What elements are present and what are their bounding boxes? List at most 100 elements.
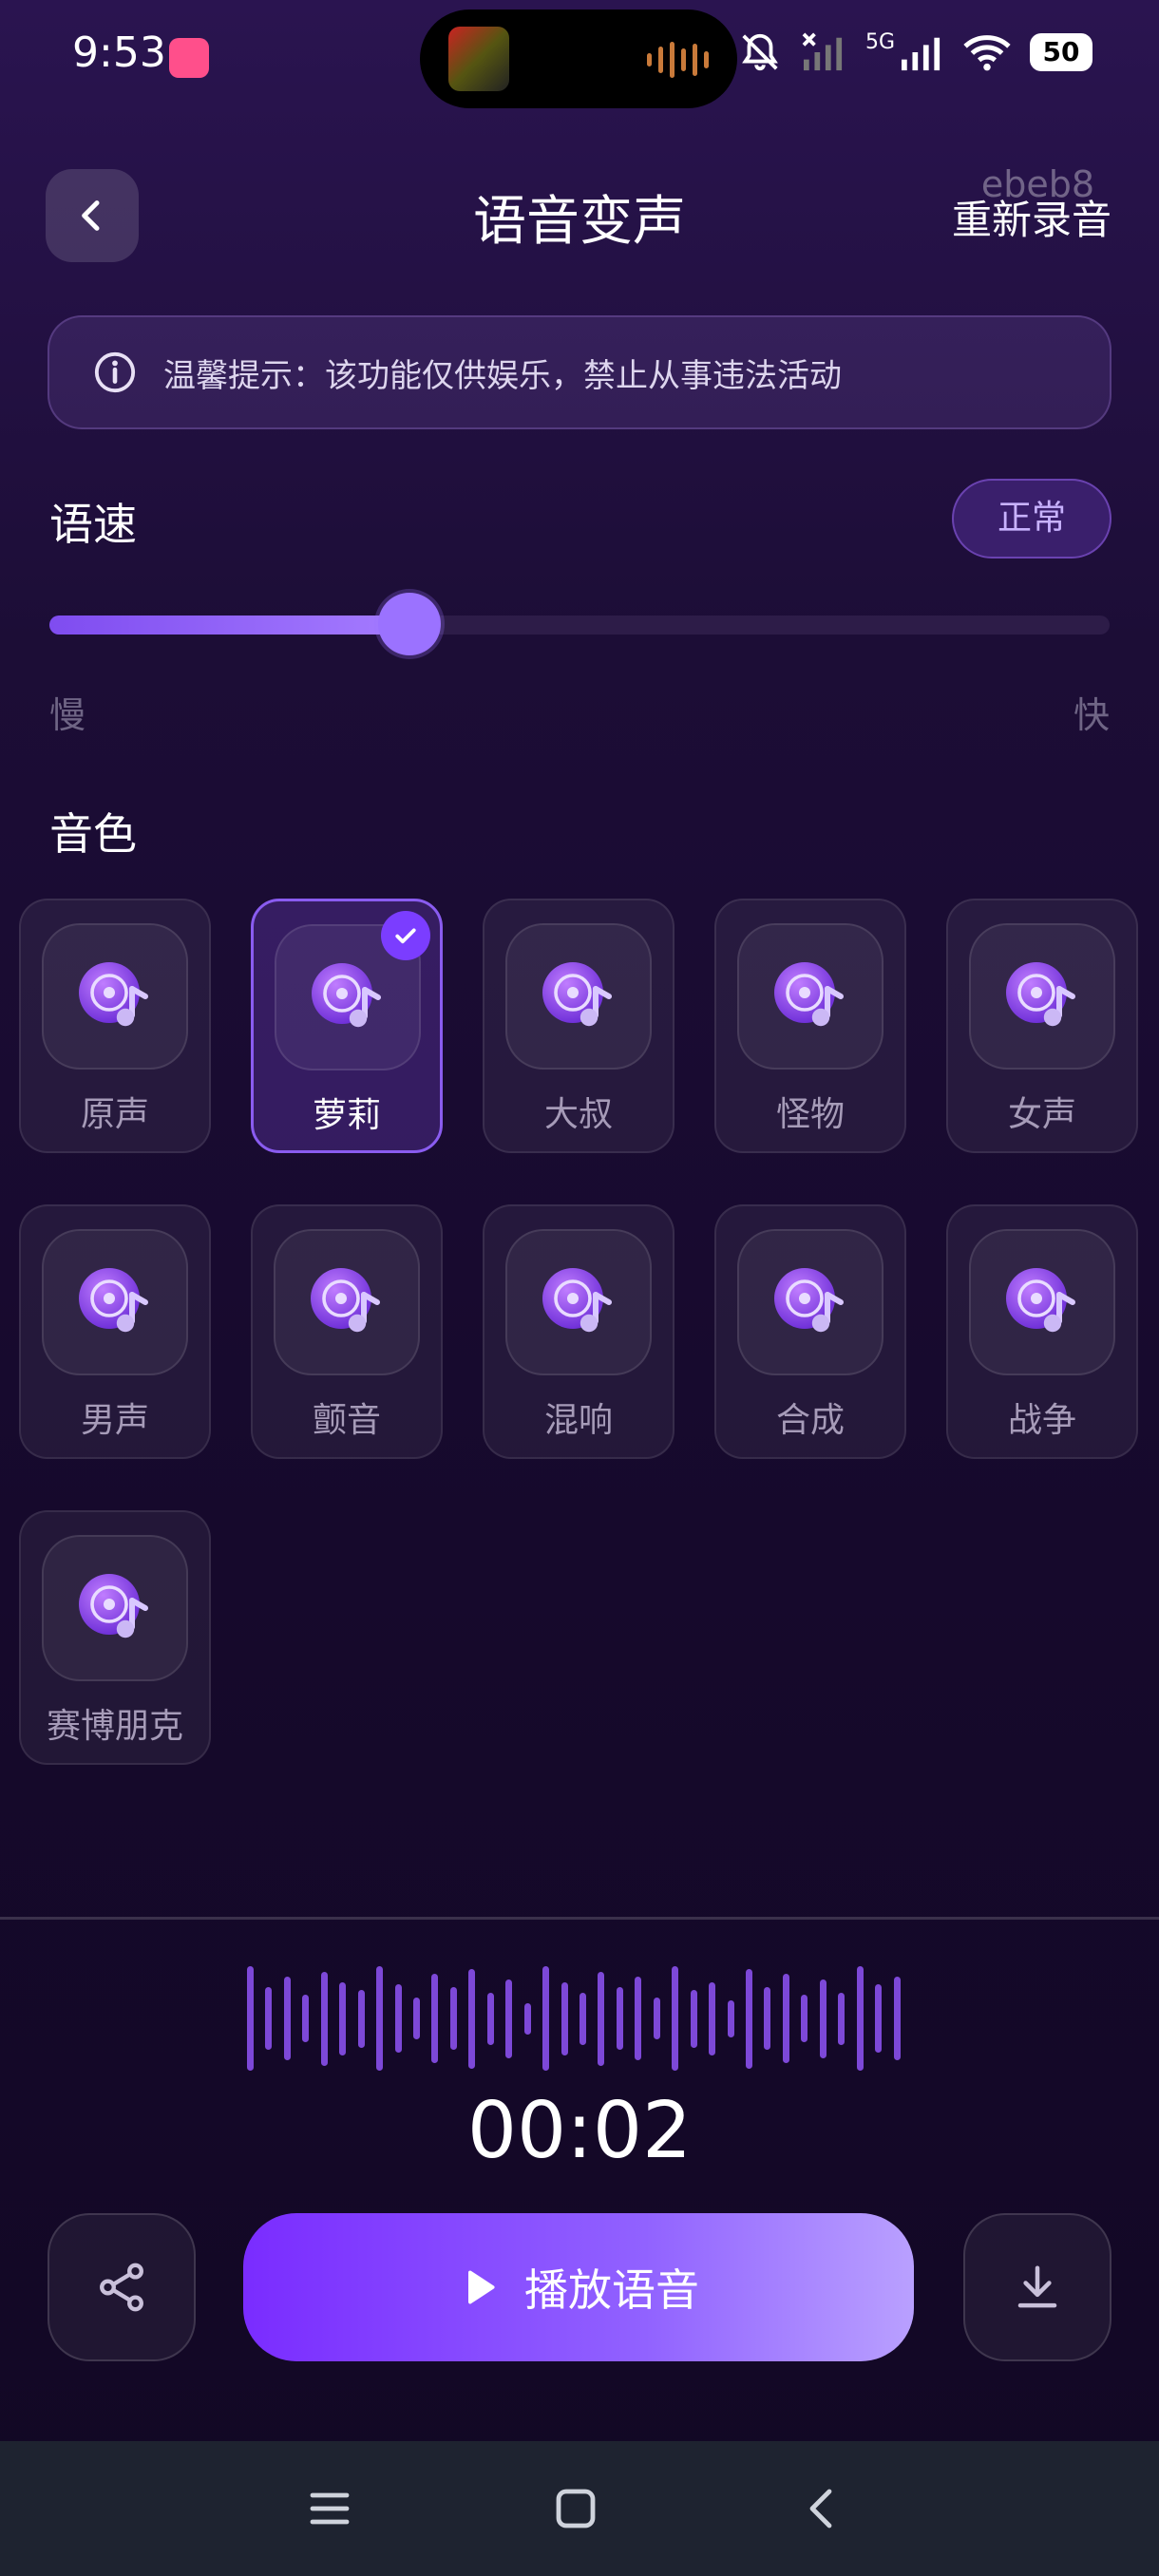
waveform-bar (339, 1982, 346, 2055)
status-bar: 9:53 5G 50 (0, 0, 1159, 114)
waveform-bar (468, 1969, 475, 2069)
waveform-bar (635, 1977, 641, 2060)
play-voice-button[interactable]: 播放语音 (243, 2213, 914, 2361)
status-icons: 5G 50 (738, 30, 1092, 74)
waveform-bar (450, 1987, 457, 2050)
timbre-option-label: 赛博朋克 (46, 1707, 183, 1746)
nav-back-button[interactable] (788, 2475, 855, 2542)
timbre-option-label: 女声 (1007, 1095, 1076, 1134)
status-time: 9:53 (72, 28, 166, 77)
timbre-option[interactable]: 合成 (714, 1204, 906, 1459)
speed-slider[interactable] (49, 593, 1110, 655)
dynamic-island[interactable] (420, 9, 737, 108)
waveform-bar (413, 1998, 420, 2039)
waveform-bar (598, 1972, 604, 2066)
waveform-bar (691, 1990, 697, 2048)
timbre-icon-box (42, 1229, 188, 1375)
share-button[interactable] (48, 2213, 196, 2361)
timbre-option[interactable]: 原声 (19, 899, 211, 1153)
timbre-option[interactable]: 战争 (946, 1204, 1138, 1459)
waveform-bar (875, 1984, 882, 2053)
timbre-option-label: 战争 (1007, 1401, 1076, 1440)
music-disc-icon (79, 1268, 148, 1333)
fast-label: 快 (1073, 694, 1110, 736)
mute-bell-icon (742, 33, 778, 71)
speed-slider-thumb[interactable] (378, 593, 442, 655)
timbre-option[interactable]: 萝莉 (251, 899, 443, 1153)
home-square-icon (556, 2489, 596, 2529)
rerecord-button[interactable]: 重新录音 (952, 188, 1112, 246)
download-button[interactable] (963, 2213, 1112, 2361)
timbre-option[interactable]: 赛博朋克 (19, 1510, 211, 1765)
timbre-option[interactable]: 男声 (19, 1204, 211, 1459)
music-disc-icon (1006, 1268, 1075, 1333)
network-type: 5G (864, 29, 895, 54)
waveform-bar (838, 1993, 845, 2045)
system-nav-bar (0, 2441, 1159, 2576)
waveform-bar (801, 1995, 808, 2042)
wifi-icon (963, 35, 1011, 71)
timbre-icon-box (505, 923, 652, 1070)
play-label: 播放语音 (524, 2264, 699, 2316)
music-disc-icon (542, 962, 612, 1027)
music-disc-icon (774, 1268, 844, 1333)
timbre-option[interactable]: 颤音 (251, 1204, 443, 1459)
waveform-bar (654, 1998, 660, 2039)
waveform-bar (746, 1969, 752, 2069)
timbre-icon-box (42, 923, 188, 1070)
notice-banner: 温馨提示：该功能仅供娱乐，禁止从事违法活动 (48, 315, 1112, 429)
music-disc-icon (311, 1268, 380, 1333)
waveform-bar (894, 1977, 901, 2060)
waveform-bar (524, 2003, 531, 2035)
waveform-bar (505, 1979, 512, 2058)
timbre-option-label: 萝莉 (312, 1096, 381, 1135)
waveform-bar (617, 1987, 623, 2050)
timbre-option-label: 男声 (80, 1401, 149, 1440)
speed-label: 语速 (49, 499, 137, 550)
app-notification-icon (169, 38, 209, 78)
nav-menu-button[interactable] (296, 2475, 363, 2542)
waveform-bar (542, 1966, 549, 2071)
waveform-bar (857, 1966, 864, 2071)
nav-home-button[interactable] (542, 2475, 609, 2542)
download-icon (1017, 2265, 1057, 2308)
music-disc-icon (79, 1574, 148, 1638)
waveform-bar (764, 1987, 770, 2050)
notice-text: 温馨提示：该功能仅供娱乐，禁止从事违法活动 (163, 356, 842, 395)
timbre-icon-box (737, 1229, 884, 1375)
timbre-option-label: 怪物 (775, 1095, 845, 1134)
signal-icon (902, 37, 940, 71)
signal-disabled-icon (802, 32, 843, 71)
waveform-bar (247, 1966, 254, 2071)
timbre-icon-box (737, 923, 884, 1070)
timbre-option[interactable]: 大叔 (483, 899, 674, 1153)
waveform-bar (321, 1972, 328, 2066)
timbre-icon-box (42, 1535, 188, 1681)
waveform-bar (672, 1966, 678, 2071)
waveform-bar (783, 1974, 789, 2063)
timbre-icon-box (969, 923, 1115, 1070)
music-disc-icon (774, 962, 844, 1027)
waveform-bar (358, 1990, 365, 2048)
waveform-bar (709, 1982, 715, 2055)
waveform-bar (265, 1987, 272, 2050)
media-thumbnail (448, 27, 509, 91)
timbre-option[interactable]: 怪物 (714, 899, 906, 1153)
waveform-bar (395, 1984, 402, 2053)
timbre-option-label: 合成 (775, 1401, 845, 1440)
speed-value-badge[interactable]: 正常 (952, 479, 1112, 559)
timbre-option[interactable]: 女声 (946, 899, 1138, 1153)
timbre-label: 音色 (49, 808, 137, 860)
waveform-bar (580, 1993, 586, 2045)
play-icon (467, 2270, 495, 2304)
waveform-bar (431, 1974, 438, 2063)
waveform-bar (284, 1977, 291, 2060)
timbre-option-label: 大叔 (543, 1095, 613, 1134)
timbre-option-label: 混响 (543, 1401, 613, 1440)
waveform-bar (820, 1979, 826, 2058)
duration-timer: 00:02 (466, 2086, 693, 2176)
waveform-bar (302, 1995, 309, 2042)
waveform-bar (728, 2000, 734, 2037)
timbre-icon-box (505, 1229, 652, 1375)
timbre-option[interactable]: 混响 (483, 1204, 674, 1459)
